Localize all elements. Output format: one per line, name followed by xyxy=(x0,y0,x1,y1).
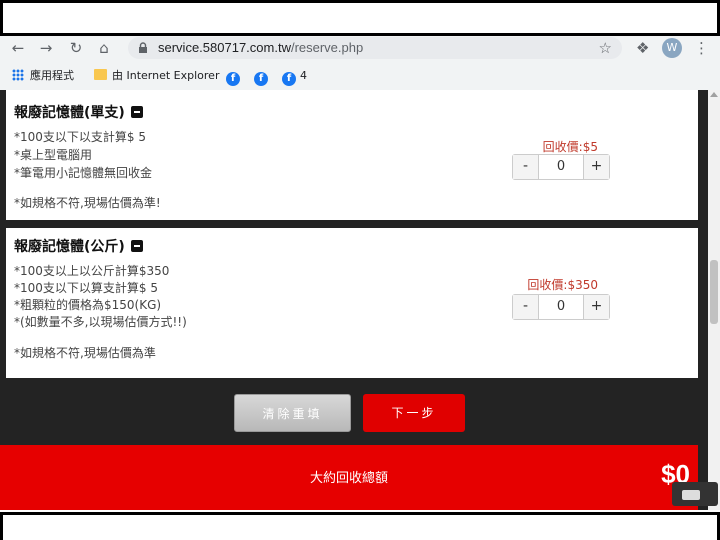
product-description-line: *100支以下以支計算$ 5 xyxy=(14,130,146,144)
bookmarks-bar: 應用程式 由 Internet Explorer f f f4 xyxy=(0,64,720,88)
facebook-icon: f xyxy=(282,72,296,86)
product-card-kg: 報廢記憶體(公斤) *100支以上以公斤計算$350 *100支以下以算支計算$… xyxy=(6,228,698,378)
collapse-icon[interactable] xyxy=(130,240,143,252)
folder-icon xyxy=(94,69,107,80)
quantity-stepper: - 0 + xyxy=(512,294,610,320)
forward-arrow-icon[interactable]: → xyxy=(36,38,56,58)
product-description-line: *桌上型電腦用 xyxy=(14,148,93,162)
increment-button[interactable]: + xyxy=(583,295,609,319)
facebook-icon: f xyxy=(254,72,268,86)
extensions-icon[interactable]: ❖ xyxy=(636,38,649,58)
bookmark-ie[interactable]: 由 Internet Explorer xyxy=(94,67,219,85)
quantity-stepper: - 0 + xyxy=(512,154,610,180)
collapse-icon[interactable] xyxy=(130,106,143,118)
menu-icon[interactable]: ⋮ xyxy=(694,38,709,58)
page-content: 報廢記憶體(單支) *100支以下以支計算$ 5 *桌上型電腦用 *筆電用小記憶… xyxy=(0,90,708,510)
recycle-price: 回收價:$350 xyxy=(527,278,598,292)
decrement-button[interactable]: - xyxy=(513,155,539,179)
quantity-input[interactable]: 0 xyxy=(539,295,583,319)
product-note: *如規格不符,現場估價為準! xyxy=(14,196,161,210)
home-icon[interactable]: ⌂ xyxy=(94,38,114,58)
star-icon[interactable]: ☆ xyxy=(599,38,612,58)
quantity-input[interactable]: 0 xyxy=(539,155,583,179)
url-text: service.580717.com.tw/reserve.php xyxy=(158,40,364,55)
product-description-line: *粗顆粒的價格為$150(KG) xyxy=(14,298,162,312)
clear-button[interactable]: 清除重填 xyxy=(234,394,351,432)
navigation-bar: ← → ↻ ⌂ service.580717.com.tw/reserve.ph… xyxy=(0,36,720,60)
decrement-button[interactable]: - xyxy=(513,295,539,319)
scroll-up-icon[interactable] xyxy=(710,92,718,97)
lock-icon xyxy=(139,42,147,53)
product-note: *如規格不符,現場估價為準 xyxy=(14,346,156,360)
total-bar: 大約回收總額 $0 xyxy=(0,445,698,510)
next-button[interactable]: 下一步 xyxy=(363,394,465,432)
scroll-thumb[interactable] xyxy=(710,260,718,324)
bookmark-facebook-3[interactable]: f4 xyxy=(282,67,307,86)
avatar[interactable]: W xyxy=(662,38,682,58)
reload-icon[interactable]: ↻ xyxy=(66,38,86,58)
product-description-line: *100支以下以算支計算$ 5 xyxy=(14,281,158,295)
chat-widget-icon[interactable] xyxy=(672,482,718,506)
product-description-line: *筆電用小記憶體無回收金 xyxy=(14,166,153,180)
facebook-icon: f xyxy=(226,72,240,86)
product-title: 報廢記憶體(單支) xyxy=(14,102,143,122)
product-description-line: *(如數量不多,以現場估價方式!!) xyxy=(14,315,187,329)
recycle-price: 回收價:$5 xyxy=(542,140,598,154)
bookmark-facebook-2[interactable]: f xyxy=(254,67,272,86)
browser-chrome: ← → ↻ ⌂ service.580717.com.tw/reserve.ph… xyxy=(0,36,720,90)
top-frame-border xyxy=(0,0,720,36)
scrollbar[interactable] xyxy=(708,90,720,510)
back-arrow-icon[interactable]: ← xyxy=(8,38,28,58)
product-title: 報廢記憶體(公斤) xyxy=(14,236,143,256)
address-bar[interactable]: service.580717.com.tw/reserve.php ☆ xyxy=(128,37,622,59)
bottom-frame-border xyxy=(0,512,720,540)
total-label: 大約回收總額 xyxy=(309,471,388,486)
product-card-single: 報廢記憶體(單支) *100支以下以支計算$ 5 *桌上型電腦用 *筆電用小記憶… xyxy=(6,90,698,220)
product-description-line: *100支以上以公斤計算$350 xyxy=(14,264,170,278)
apps-icon xyxy=(12,69,24,81)
bookmark-facebook-1[interactable]: f xyxy=(226,67,244,86)
bookmark-apps[interactable]: 應用程式 xyxy=(12,67,74,85)
increment-button[interactable]: + xyxy=(583,155,609,179)
